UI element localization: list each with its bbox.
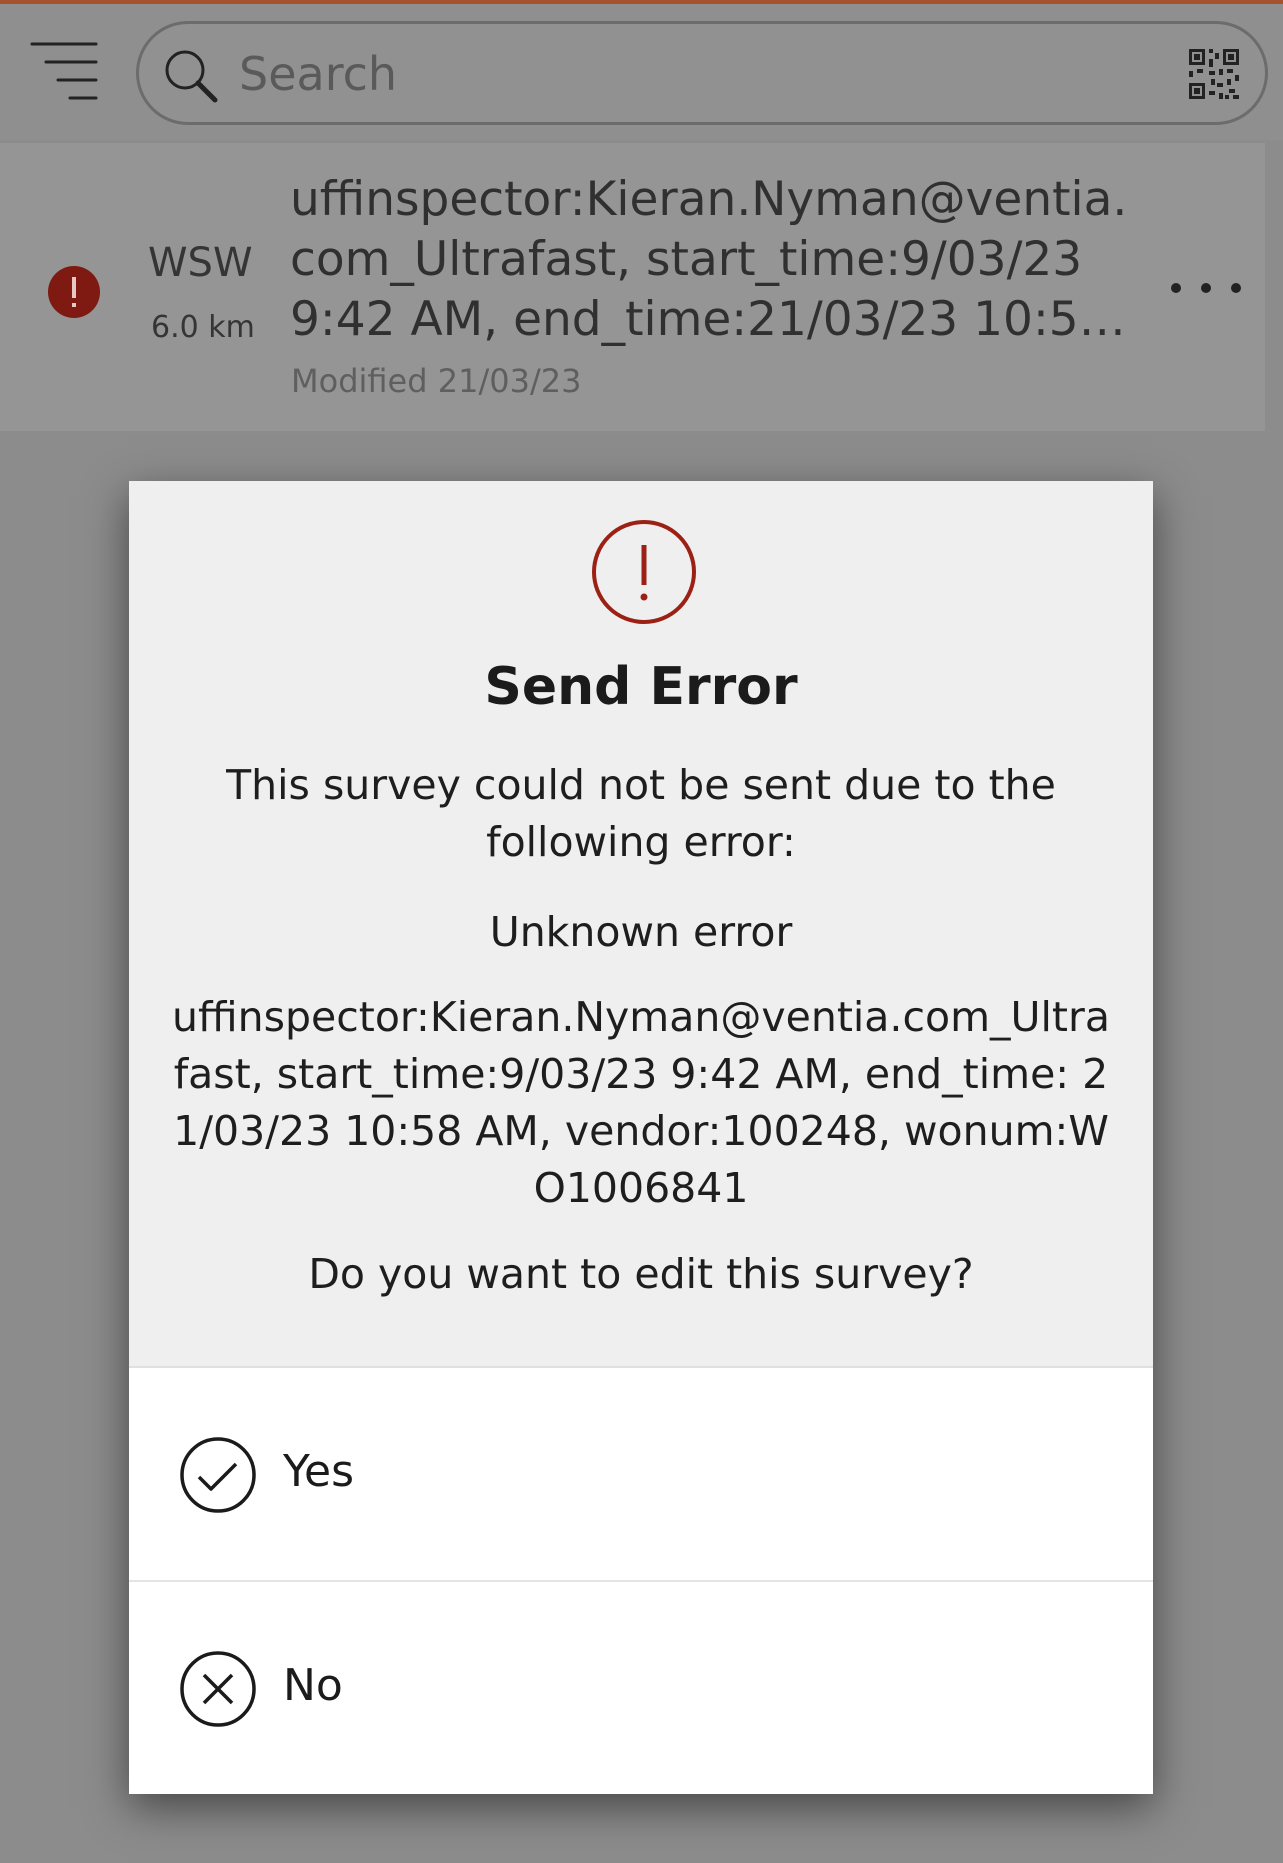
more-options-icon[interactable]: [1168, 276, 1248, 300]
send-error-dialog: Send Error This survey could not be sent…: [129, 481, 1153, 1794]
yes-label: Yes: [283, 1446, 355, 1497]
filter-menu-button[interactable]: [28, 40, 100, 106]
modified-date: Modified 21/03/23: [291, 362, 582, 400]
survey-title: uffinspector:Kieran.Nyman@ventia.com_Ult…: [290, 172, 1128, 347]
yes-button[interactable]: Yes: [129, 1368, 1153, 1580]
error-text: Unknown error: [489, 908, 793, 956]
exclamation-circle-icon: [592, 520, 696, 624]
distance-label: 6.0 km: [151, 310, 255, 345]
no-button[interactable]: No: [129, 1582, 1153, 1794]
no-label: No: [283, 1660, 343, 1711]
top-bar: [0, 4, 1283, 140]
filter-menu-icon: [30, 42, 98, 100]
dialog-title: Send Error: [484, 657, 798, 717]
dialog-question: Do you want to edit this survey?: [308, 1250, 974, 1298]
dialog-content: Send Error This survey could not be sent…: [129, 481, 1153, 1366]
search-bar[interactable]: [136, 21, 1268, 125]
check-circle-icon: [180, 1437, 256, 1513]
dialog-message: This survey could not be sent due to the…: [226, 761, 1056, 866]
error-status-icon: [48, 266, 100, 318]
direction-label: WSW: [148, 240, 253, 286]
qr-code-scan-icon[interactable]: [1189, 49, 1239, 99]
search-icon: [165, 50, 218, 103]
x-circle-icon: [180, 1651, 256, 1727]
search-input[interactable]: [237, 24, 1121, 124]
error-details: uffinspector:Kieran.Nyman@ventia.com_Ult…: [172, 993, 1110, 1212]
